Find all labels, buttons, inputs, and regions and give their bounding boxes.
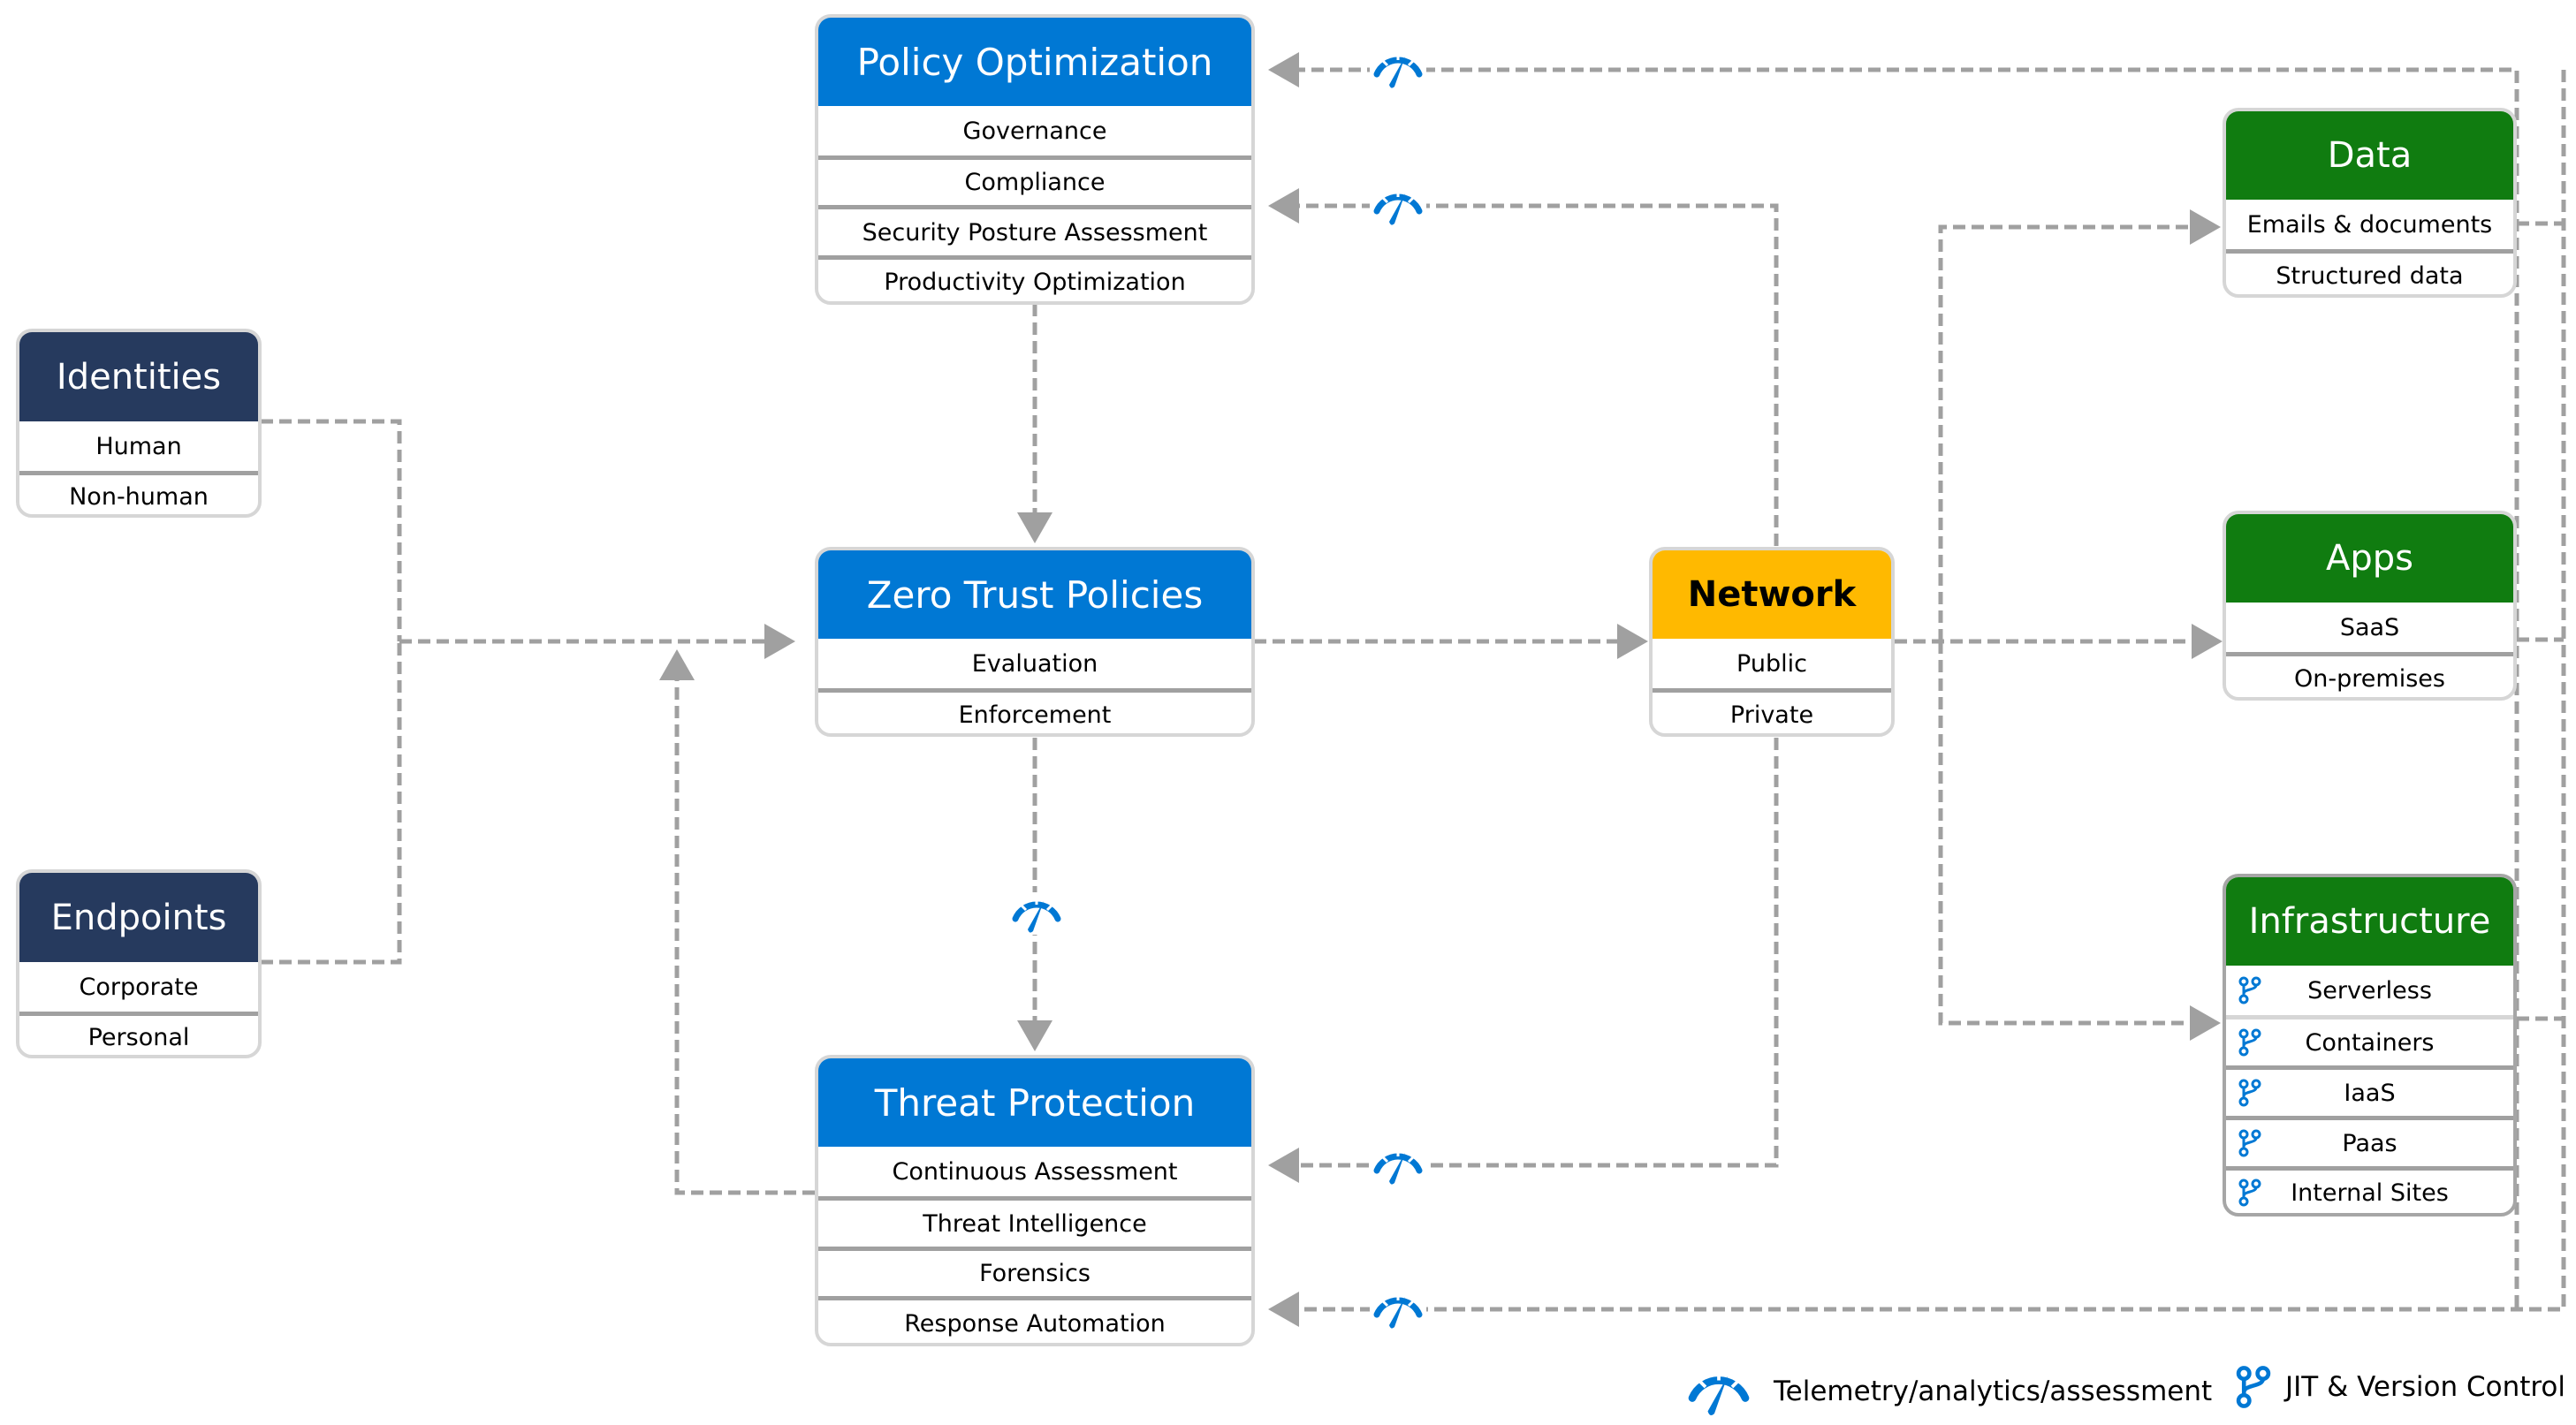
branch-icon — [2236, 1366, 2271, 1408]
infrastructure-header: Infrastructure — [2226, 877, 2513, 966]
legend-jit: JIT & Version Control — [2236, 1365, 2565, 1409]
threat-protection-item: Forensics — [818, 1247, 1251, 1296]
legend-telemetry-label: Telemetry/analytics/assessment — [1774, 1376, 2213, 1407]
identities-header: Identities — [19, 332, 258, 421]
policy-optimization-item: Governance — [962, 117, 1107, 145]
threat-protection-item: Response Automation — [818, 1296, 1251, 1343]
branch-icon — [2238, 1129, 2261, 1157]
apps-item: On-premises — [2226, 652, 2513, 697]
apps-box: Apps SaaS On-premises — [2223, 511, 2517, 701]
data-item: Structured data — [2226, 249, 2513, 294]
connector-network-to-policy — [1268, 188, 1779, 546]
network-item: Private — [1653, 688, 1891, 733]
policy-optimization-header: Policy Optimization — [818, 18, 1251, 106]
connector-bus-to-data — [1938, 209, 2221, 641]
threat-protection-item: Threat Intelligence — [818, 1196, 1251, 1247]
threat-protection-header: Threat Protection — [818, 1058, 1251, 1147]
infrastructure-item-label: Containers — [2305, 1028, 2435, 1057]
infrastructure-item: Paas — [2226, 1116, 2513, 1166]
policy-optimization-item: Productivity Optimization — [818, 255, 1251, 301]
zero-trust-policies-item: Evaluation — [971, 649, 1098, 678]
threat-protection-item: Continuous Assessment — [892, 1157, 1178, 1186]
endpoints-item: Personal — [19, 1012, 258, 1055]
network-box: Network Public Private — [1649, 547, 1895, 737]
infrastructure-item-label: IaaS — [2344, 1079, 2396, 1107]
infrastructure-item: Internal Sites — [2226, 1166, 2513, 1213]
threat-protection-box: Threat Protection Continuous Assessment … — [815, 1055, 1255, 1346]
connector-threat-feedback — [659, 649, 815, 1195]
infrastructure-item-label: Serverless — [2307, 976, 2432, 1004]
gauge-icon — [1370, 48, 1426, 90]
connectors — [261, 52, 2566, 1327]
policy-optimization-box: Policy Optimization Governance Complianc… — [815, 14, 1255, 305]
identities-box: Identities Human Non-human — [16, 329, 262, 518]
infrastructure-item-label: Paas — [2342, 1129, 2397, 1157]
gauge-icon — [1688, 1369, 1750, 1415]
network-header: Network — [1653, 550, 1891, 639]
branch-icon — [2238, 1179, 2261, 1207]
infrastructure-item: Serverless — [2226, 966, 2513, 1015]
infrastructure-item: Containers — [2226, 1015, 2513, 1065]
zero-trust-diagram: Identities Human Non-human Endpoints Cor… — [0, 0, 2576, 1425]
infrastructure-box: Infrastructure Serverless Containers Iaa… — [2223, 874, 2517, 1217]
connector-endpoints — [261, 641, 402, 965]
identities-item: Non-human — [19, 471, 258, 514]
gauge-icon — [1370, 1288, 1426, 1330]
legend-telemetry: Telemetry/analytics/assessment — [1683, 1365, 2212, 1418]
data-box: Data Emails & documents Structured data — [2223, 108, 2517, 298]
apps-item: SaaS — [2339, 613, 2400, 641]
zero-trust-policies-item: Enforcement — [818, 688, 1251, 733]
zero-trust-policies-header: Zero Trust Policies — [818, 550, 1251, 639]
infrastructure-item: IaaS — [2226, 1065, 2513, 1116]
branch-icon — [2238, 1028, 2261, 1057]
policy-optimization-item: Compliance — [818, 155, 1251, 205]
connector-network-to-threat — [1268, 738, 1779, 1183]
data-header: Data — [2226, 111, 2513, 200]
endpoints-box: Endpoints Corporate Personal — [16, 869, 262, 1058]
data-item: Emails & documents — [2246, 210, 2493, 239]
branch-icon — [2238, 1079, 2261, 1107]
apps-header: Apps — [2226, 514, 2513, 603]
gauge-icon — [1008, 892, 1065, 935]
zero-trust-policies-box: Zero Trust Policies Evaluation Enforceme… — [815, 547, 1255, 737]
policy-optimization-item: Security Posture Assessment — [818, 205, 1251, 255]
connector-bus-to-infra — [1938, 641, 2221, 1041]
infrastructure-item-label: Internal Sites — [2291, 1179, 2449, 1207]
identities-item: Human — [95, 432, 182, 460]
legend-jit-label: JIT & Version Control — [2285, 1371, 2566, 1403]
network-item: Public — [1736, 649, 1807, 678]
connector-identities — [261, 419, 402, 641]
gauge-icon — [1370, 185, 1426, 227]
gauge-icon — [1370, 1144, 1426, 1186]
endpoints-item: Corporate — [79, 973, 199, 1001]
endpoints-header: Endpoints — [19, 873, 258, 962]
branch-icon — [2238, 976, 2261, 1004]
